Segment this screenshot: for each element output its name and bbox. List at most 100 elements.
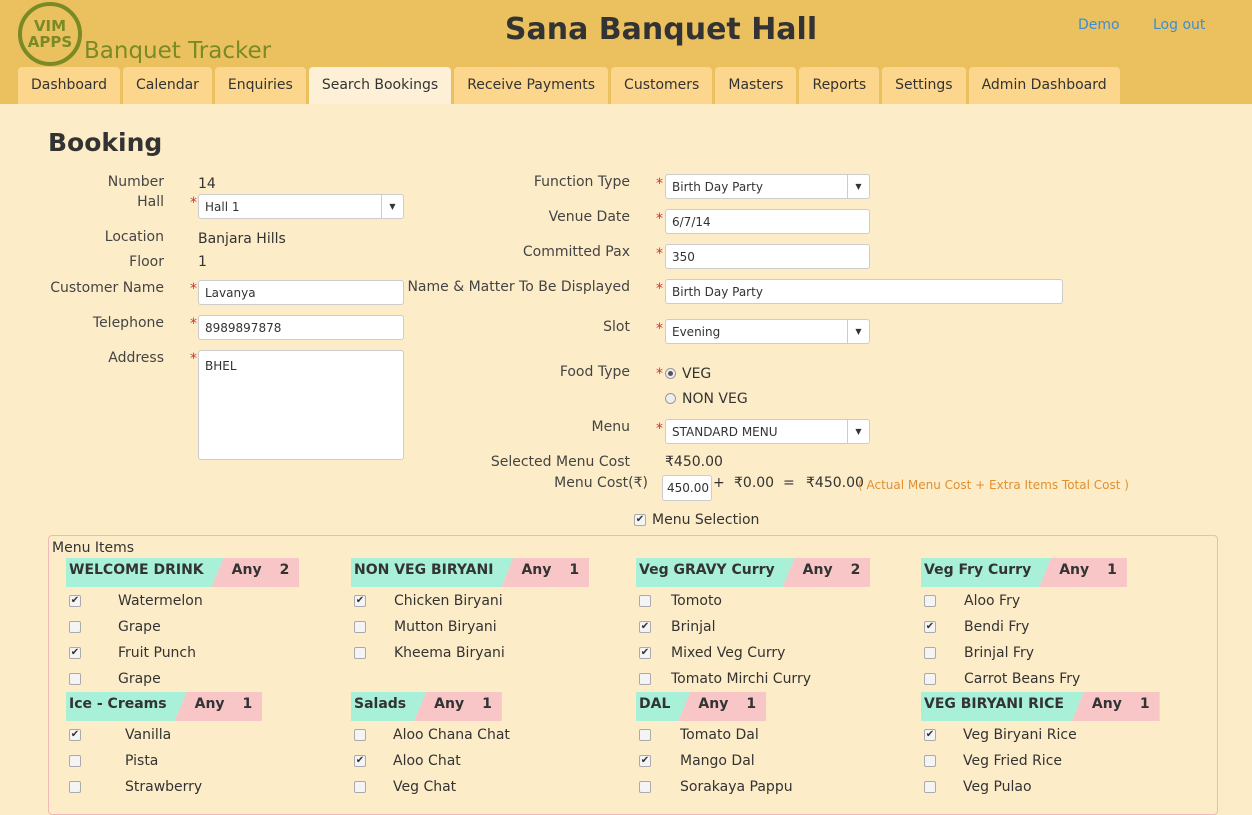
menu-item-label: Veg Pulao [963,779,1032,795]
menu-selection-checkbox[interactable]: ✔ [634,514,646,526]
logout-link[interactable]: Log out [1153,17,1205,33]
any-count: 1 [746,696,757,712]
group-name: Veg Fry Curry [921,558,1051,587]
food-type-label: Food Type [559,364,630,380]
menu-item-label: Vanilla [125,727,172,743]
menu-item-label: Mixed Veg Curry [671,645,786,661]
address-label: Address [108,350,164,366]
menu-group-header: WELCOME DRINK Any 2 [66,558,300,587]
menu-item-checkbox[interactable] [69,673,81,685]
menu-item-checkbox[interactable] [924,595,936,607]
menu-item-checkbox[interactable] [354,621,366,633]
venue-date-input[interactable]: 6/7/14 [665,209,870,234]
menu-item-checkbox[interactable] [924,647,936,659]
slot-label: Slot [603,319,630,335]
location-label: Location [104,229,164,245]
menu-label: Menu [591,419,630,435]
menu-item-label: Brinjal Fry [964,645,1035,661]
non-veg-radio[interactable] [665,393,676,404]
menu-selection-label: Menu Selection [652,512,760,528]
tab-masters[interactable]: Masters [715,67,797,104]
menu-item-checkbox[interactable]: ✔ [69,647,81,659]
function-type-label: Function Type [533,174,630,190]
menu-group-header: Ice - Creams Any 1 [66,692,263,721]
menu-item-checkbox[interactable] [69,621,81,633]
tab-dashboard[interactable]: Dashboard [18,67,120,104]
menu-item-checkbox[interactable]: ✔ [69,595,81,607]
floor-label: Floor [129,254,164,270]
menu-item-checkbox[interactable]: ✔ [354,755,366,767]
any-label: Any [1091,696,1122,712]
menu-item-checkbox[interactable] [69,781,81,793]
demo-link[interactable]: Demo [1078,17,1120,33]
menu-item-checkbox[interactable]: ✔ [639,755,651,767]
menu-item-label: Veg Biryani Rice [963,727,1077,743]
veg-label: VEG [682,366,712,382]
menu-item-checkbox[interactable] [354,729,366,741]
veg-radio[interactable] [665,368,676,379]
menu-item-checkbox[interactable] [69,755,81,767]
committed-pax-input[interactable]: 350 [665,244,870,269]
tab-admin-dashboard[interactable]: Admin Dashboard [968,67,1120,104]
menu-item-checkbox[interactable]: ✔ [639,647,651,659]
header: VIM APPS Banquet Tracker Sana Banquet Hal… [0,0,1252,104]
tab-settings[interactable]: Settings [882,67,966,104]
menu-select[interactable]: STANDARD MENU ▼ [665,419,870,444]
menu-item-label: Tomato Mirchi Curry [671,671,811,687]
any-count: 1 [1107,562,1117,578]
tab-enquiries[interactable]: Enquiries [214,67,306,104]
menu-item-label: Aloo Chat [393,753,461,769]
menu-item-label: Chicken Biryani [394,593,503,609]
any-label: Any [802,562,833,578]
customer-name-input[interactable]: Lavanya [198,280,404,305]
slot-select[interactable]: Evening ▼ [665,319,870,344]
any-label: Any [698,696,729,712]
tab-calendar[interactable]: Calendar [122,67,212,104]
menu-item-checkbox[interactable] [639,729,651,741]
hall-select[interactable]: Hall 1 ▼ [198,194,404,219]
menu-item-checkbox[interactable] [354,781,366,793]
menu-item-checkbox[interactable]: ✔ [924,729,936,741]
tab-customers[interactable]: Customers [611,67,713,104]
menu-item-checkbox[interactable]: ✔ [924,621,936,633]
display-name-input[interactable]: Birth Day Party [665,279,1063,304]
group-limit: Any 1 [414,692,502,721]
any-label: Any [521,562,552,578]
cost-formula-note: ( Actual Menu Cost + Extra Items Total C… [858,478,1129,492]
menu-item-label: Kheema Biryani [394,645,505,661]
menu-group-header: DAL Any 1 [636,692,767,721]
group-name: Veg GRAVY Curry [636,558,795,587]
extra-cost-value: ₹0.00 [734,475,775,491]
tab-receive-payments[interactable]: Receive Payments [454,67,609,104]
required-mark: * [656,211,663,227]
menu-item-checkbox[interactable] [354,647,366,659]
required-mark: * [656,176,663,192]
menu-item-checkbox[interactable] [924,781,936,793]
tab-search-bookings[interactable]: Search Bookings [308,67,452,104]
menu-cost-input[interactable]: 450.00 [662,475,712,501]
menu-item-checkbox[interactable] [924,673,936,685]
any-count: 1 [1139,696,1150,712]
menu-group-header: Veg GRAVY Curry Any 2 [636,558,871,587]
group-name: NON VEG BIRYANI [351,558,513,587]
menu-item-checkbox[interactable]: ✔ [69,729,81,741]
menu-item-label: Carrot Beans Fry [964,671,1081,687]
required-mark: * [190,351,197,367]
required-mark: * [656,366,663,382]
address-textarea[interactable]: BHEL [198,350,404,460]
any-count: 1 [242,696,253,712]
function-type-select[interactable]: Birth Day Party ▼ [665,174,870,199]
telephone-input[interactable]: 8989897878 [198,315,404,340]
menu-item-checkbox[interactable]: ✔ [354,595,366,607]
menu-item-checkbox[interactable] [924,755,936,767]
display-name-label: Name & Matter To Be Displayed [407,279,630,295]
required-mark: * [190,281,197,297]
menu-item-checkbox[interactable]: ✔ [639,621,651,633]
group-name: WELCOME DRINK [66,558,224,587]
menu-item-checkbox[interactable] [639,673,651,685]
menu-item-checkbox[interactable] [639,595,651,607]
group-limit: Any 2 [211,558,300,587]
menu-item-checkbox[interactable] [639,781,651,793]
tab-reports[interactable]: Reports [799,67,880,104]
menu-item-label: Sorakaya Pappu [680,779,793,795]
